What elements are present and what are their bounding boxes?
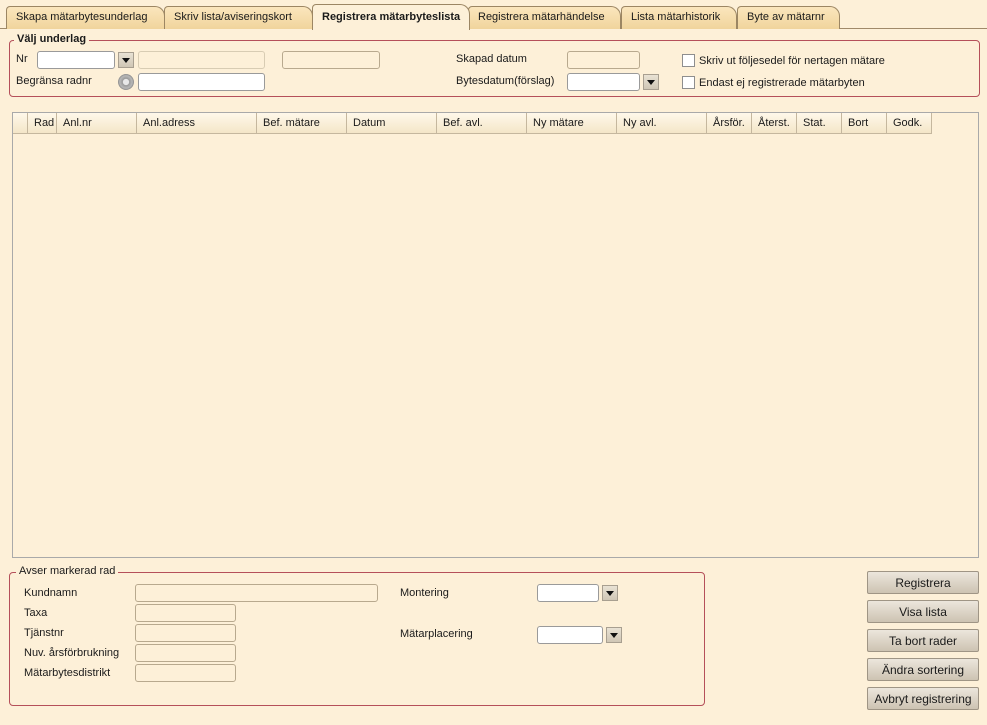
matarplacering-combo[interactable] bbox=[537, 626, 603, 644]
matarplacering-label: Mätarplacering bbox=[400, 628, 473, 640]
taxa-field bbox=[135, 604, 236, 622]
grid-col-bef-avl[interactable]: Bef. avl. bbox=[437, 113, 527, 134]
tab-skapa-matarbytesunderlag[interactable]: Skapa mätarbytesunderlag bbox=[6, 6, 165, 29]
tab-bar: Skapa mätarbytesunderlag Skriv lista/avi… bbox=[0, 0, 987, 30]
grid-col-aterst[interactable]: Återst. bbox=[752, 113, 797, 134]
tjanstnr-field bbox=[135, 624, 236, 642]
avser-markerad-rad-legend: Avser markerad rad bbox=[16, 565, 119, 577]
matarbyte-grid[interactable]: Rad Anl.nr Anl.adress Bef. mätare Datum … bbox=[12, 112, 979, 558]
bytesdatum-input[interactable] bbox=[567, 73, 640, 91]
tab-skriv-lista[interactable]: Skriv lista/aviseringskort bbox=[164, 6, 313, 29]
tab-registrera-matarbyteslista[interactable]: Registrera mätarbyteslista bbox=[312, 4, 470, 30]
grid-col-godk[interactable]: Godk. bbox=[887, 113, 932, 134]
foljesedel-checkbox[interactable] bbox=[682, 54, 695, 67]
skapad-datum-label: Skapad datum bbox=[456, 53, 527, 65]
foljesedel-label: Skriv ut följesedel för nertagen mätare bbox=[699, 55, 885, 67]
nr-description-field bbox=[138, 51, 265, 69]
tjanstnr-label: Tjänstnr bbox=[24, 627, 64, 639]
ta-bort-rader-button[interactable]: Ta bort rader bbox=[867, 629, 979, 652]
grid-row-selector-header[interactable] bbox=[13, 113, 28, 134]
taxa-label: Taxa bbox=[24, 607, 48, 619]
matarbytesdistrikt-label: Mätarbytesdistrikt bbox=[24, 667, 111, 679]
endast-ej-registrerade-label: Endast ej registrerade mätarbyten bbox=[699, 77, 865, 89]
kundnamn-label: Kundnamn bbox=[24, 587, 78, 599]
nr-dropdown-button[interactable] bbox=[118, 52, 134, 68]
bytesdatum-dropdown-button[interactable] bbox=[643, 74, 659, 90]
montering-combo[interactable] bbox=[537, 584, 599, 602]
matarbytesdistrikt-field bbox=[135, 664, 236, 682]
gear-icon[interactable] bbox=[118, 74, 134, 90]
tab-lista-matarhistorik[interactable]: Lista mätarhistorik bbox=[621, 6, 737, 29]
nr-extra-field bbox=[282, 51, 380, 69]
arsforbrukning-field bbox=[135, 644, 236, 662]
tab-registrera-matarhandelse[interactable]: Registrera mätarhändelse bbox=[468, 6, 621, 29]
bytesdatum-label: Bytesdatum(förslag) bbox=[456, 75, 555, 87]
valj-underlag-legend: Välj underlag bbox=[14, 33, 90, 45]
grid-col-arsfor[interactable]: Årsför. bbox=[707, 113, 752, 134]
grid-col-stat[interactable]: Stat. bbox=[797, 113, 842, 134]
registrera-button[interactable]: Registrera bbox=[867, 571, 979, 594]
arsforbrukning-label: Nuv. årsförbrukning bbox=[24, 647, 120, 659]
endast-ej-registrerade-checkbox[interactable] bbox=[682, 76, 695, 89]
grid-col-datum[interactable]: Datum bbox=[347, 113, 437, 134]
grid-col-anl-nr[interactable]: Anl.nr bbox=[57, 113, 137, 134]
nr-label: Nr bbox=[16, 53, 28, 65]
begransa-radnr-input[interactable] bbox=[138, 73, 265, 91]
begransa-radnr-label: Begränsa radnr bbox=[16, 75, 92, 87]
nr-combo[interactable] bbox=[37, 51, 115, 69]
grid-col-ny-matare[interactable]: Ny mätare bbox=[527, 113, 617, 134]
grid-col-bort[interactable]: Bort bbox=[842, 113, 887, 134]
andra-sortering-button[interactable]: Ändra sortering bbox=[867, 658, 979, 681]
grid-col-rad[interactable]: Rad bbox=[28, 113, 57, 134]
avbryt-registrering-button[interactable]: Avbryt registrering bbox=[867, 687, 979, 710]
kundnamn-field bbox=[135, 584, 378, 602]
grid-col-anl-adress[interactable]: Anl.adress bbox=[137, 113, 257, 134]
grid-col-bef-matare[interactable]: Bef. mätare bbox=[257, 113, 347, 134]
tab-byte-av-matarnr[interactable]: Byte av mätarnr bbox=[737, 6, 840, 29]
skapad-datum-field bbox=[567, 51, 640, 69]
montering-label: Montering bbox=[400, 587, 449, 599]
matarplacering-dropdown-button[interactable] bbox=[606, 627, 622, 643]
grid-header-row: Rad Anl.nr Anl.adress Bef. mätare Datum … bbox=[13, 113, 932, 134]
montering-dropdown-button[interactable] bbox=[602, 585, 618, 601]
visa-lista-button[interactable]: Visa lista bbox=[867, 600, 979, 623]
grid-col-ny-avl[interactable]: Ny avl. bbox=[617, 113, 707, 134]
